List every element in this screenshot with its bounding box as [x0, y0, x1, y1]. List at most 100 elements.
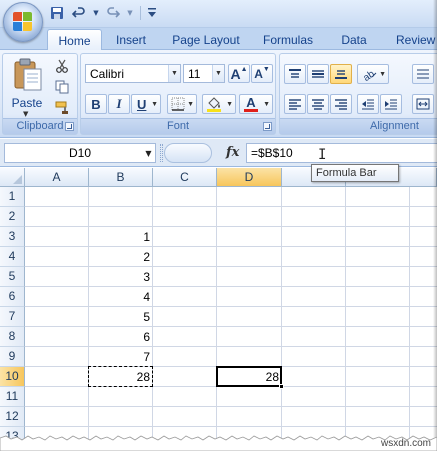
tab-data[interactable]: Data — [328, 29, 380, 50]
gridline — [25, 246, 437, 247]
font-size-dropdown-icon[interactable]: ▼ — [212, 65, 224, 82]
tab-page-layout[interactable]: Page Layout — [162, 29, 250, 50]
gridline — [25, 426, 437, 427]
format-painter-icon[interactable] — [51, 98, 73, 118]
row-header-1[interactable]: 1 — [0, 187, 25, 207]
cell-b7[interactable]: 5 — [90, 308, 150, 328]
select-all-button[interactable] — [0, 168, 25, 187]
decrease-indent-icon[interactable] — [357, 94, 379, 114]
align-left-icon[interactable] — [284, 94, 306, 114]
worksheet-grid[interactable]: A B C D 1 2 3 4 5 6 7 8 9 10 11 12 13 1 … — [0, 168, 437, 451]
qat-separator — [140, 6, 141, 20]
cell-b6[interactable]: 4 — [90, 288, 150, 308]
align-top-icon[interactable] — [284, 64, 306, 84]
paste-dropdown-icon[interactable]: ▼ — [23, 110, 28, 118]
redo-dropdown-icon[interactable]: ▼ — [126, 4, 134, 22]
align-middle-icon[interactable] — [307, 64, 329, 84]
align-right-icon[interactable] — [330, 94, 352, 114]
cell-b5[interactable]: 3 — [90, 268, 150, 288]
tab-review[interactable]: Review — [388, 29, 437, 50]
font-name-dropdown-icon[interactable]: ▼ — [168, 65, 180, 82]
merge-center-icon[interactable] — [412, 94, 434, 114]
copy-marquee — [88, 366, 153, 387]
font-size-combo[interactable]: 11 ▼ — [183, 64, 225, 83]
clipboard-dialog-launcher-icon[interactable] — [65, 122, 74, 131]
gridline — [25, 346, 437, 347]
office-button[interactable] — [3, 2, 43, 42]
row-header-6[interactable]: 6 — [0, 287, 25, 307]
tab-formulas[interactable]: Formulas — [254, 29, 322, 50]
font-color-button[interactable]: A ▼ — [239, 94, 273, 114]
gridline — [25, 326, 437, 327]
save-icon[interactable] — [48, 4, 66, 22]
font-dialog-launcher-icon[interactable] — [263, 122, 272, 131]
alignment-group-label: Alignment — [280, 118, 437, 134]
cell-b8[interactable]: 6 — [90, 328, 150, 348]
formula-bar-tooltip: Formula Bar — [311, 164, 399, 182]
row-header-2[interactable]: 2 — [0, 207, 25, 227]
increase-indent-icon[interactable] — [380, 94, 402, 114]
undo-icon[interactable] — [70, 4, 88, 22]
borders-dropdown-icon[interactable]: ▼ — [187, 101, 194, 108]
row-header-9[interactable]: 9 — [0, 347, 25, 367]
row-header-10[interactable]: 10 — [0, 367, 25, 387]
cell-b3[interactable]: 1 — [90, 228, 150, 248]
fill-color-button[interactable]: ▼ — [202, 94, 236, 114]
column-header-c[interactable]: C — [153, 168, 217, 187]
grow-font-button[interactable]: A ▲ — [228, 64, 250, 83]
cell-b9[interactable]: 7 — [90, 348, 150, 368]
formula-bar-splitter[interactable] — [160, 144, 163, 162]
underline-button[interactable]: U ▼ — [131, 94, 161, 114]
row-header-8[interactable]: 8 — [0, 327, 25, 347]
fill-handle[interactable] — [279, 384, 284, 389]
row-header-7[interactable]: 7 — [0, 307, 25, 327]
redo-icon[interactable] — [104, 4, 122, 22]
insert-function-icon[interactable]: fx — [226, 145, 239, 160]
row-header-4[interactable]: 4 — [0, 247, 25, 267]
name-box[interactable]: D10 — [4, 143, 156, 163]
undo-dropdown-icon[interactable]: ▼ — [92, 4, 100, 22]
fill-color-dropdown-icon[interactable]: ▼ — [226, 101, 233, 108]
gridline — [25, 266, 437, 267]
bold-letter: B — [91, 96, 101, 112]
gridline — [25, 206, 437, 207]
ribbon: Paste ▼ Clipboard Calibri ▼ 11 ▼ A▲ A▼ — [0, 50, 437, 138]
tab-insert[interactable]: Insert — [104, 29, 158, 50]
font-color-icon: A — [244, 96, 258, 112]
borders-button[interactable]: ▼ — [167, 94, 197, 114]
copy-icon[interactable] — [51, 77, 73, 97]
grow-font-arrow-icon: ▲ — [240, 66, 248, 73]
gridline — [25, 406, 437, 407]
cell-b4[interactable]: 2 — [90, 248, 150, 268]
column-header-b[interactable]: B — [89, 168, 153, 187]
wrap-text-icon[interactable] — [412, 64, 434, 84]
align-bottom-icon[interactable] — [330, 64, 352, 84]
shrink-font-button[interactable]: A ▼ — [251, 64, 273, 83]
customize-qat-icon[interactable] — [147, 4, 157, 22]
orientation-dropdown-icon[interactable]: ▼ — [379, 71, 386, 78]
bold-button[interactable]: B — [85, 94, 107, 114]
tab-home[interactable]: Home — [47, 29, 102, 51]
cut-icon[interactable] — [51, 56, 73, 76]
row-header-11[interactable]: 11 — [0, 387, 25, 407]
underline-dropdown-icon[interactable]: ▼ — [151, 101, 158, 108]
font-color-swatch — [244, 108, 258, 112]
font-color-dropdown-icon[interactable]: ▼ — [263, 101, 270, 108]
italic-button[interactable]: I — [108, 94, 130, 114]
text-cursor-icon: I — [318, 147, 327, 163]
font-group: Calibri ▼ 11 ▼ A ▲ A ▼ B I U ▼ ▼ ▼ A ▼ F… — [80, 53, 276, 135]
column-header-d[interactable]: D — [217, 168, 282, 187]
paste-label: Paste — [11, 96, 43, 110]
row-header-3[interactable]: 3 — [0, 227, 25, 247]
row-header-12[interactable]: 12 — [0, 407, 25, 427]
align-center-icon[interactable] — [307, 94, 329, 114]
name-box-dropdown-icon[interactable]: ▼ — [142, 144, 155, 162]
clipboard-group: Paste ▼ Clipboard — [2, 53, 78, 135]
formula-input[interactable]: =$B$10 — [246, 143, 437, 163]
paste-icon — [14, 58, 42, 91]
paste-button[interactable]: Paste ▼ — [7, 56, 47, 118]
orientation-button[interactable]: ab ▼ — [357, 64, 389, 84]
font-name-combo[interactable]: Calibri ▼ — [85, 64, 181, 83]
row-header-5[interactable]: 5 — [0, 267, 25, 287]
column-header-a[interactable]: A — [25, 168, 89, 187]
